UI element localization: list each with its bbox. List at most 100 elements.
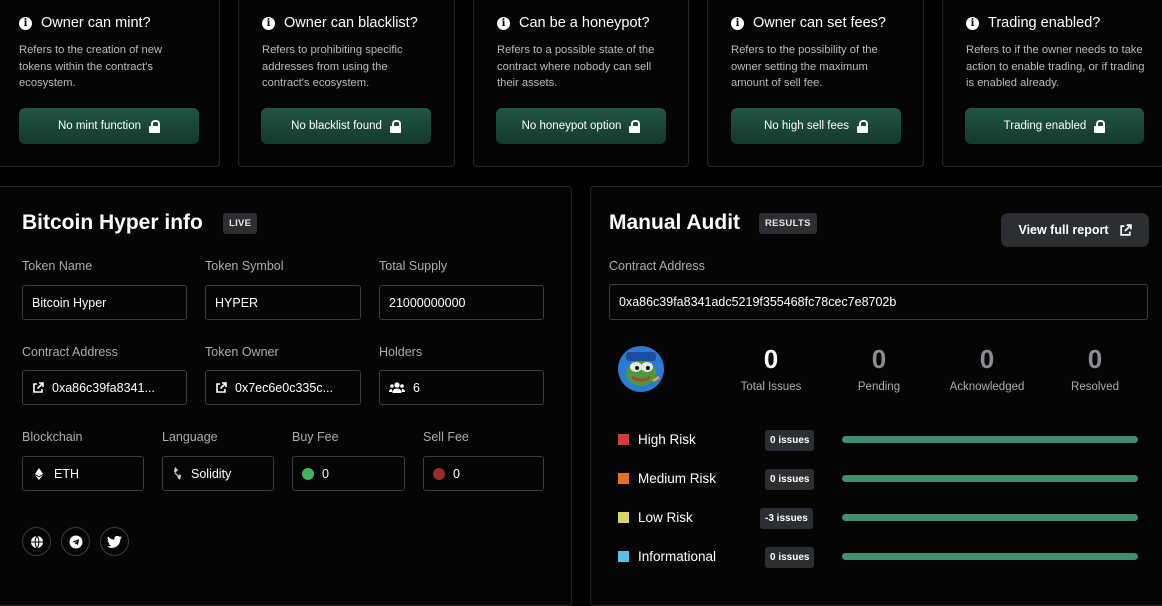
token-name-field: Bitcoin Hyper bbox=[22, 285, 187, 320]
token-name-value: Bitcoin Hyper bbox=[32, 295, 107, 310]
ethereum-icon bbox=[35, 467, 43, 480]
total-supply-value: 21000000000 bbox=[389, 295, 466, 310]
card-title: i Owner can blacklist? bbox=[262, 15, 418, 31]
informational-swatch bbox=[618, 551, 629, 562]
total-supply-label: Total Supply bbox=[379, 259, 448, 273]
info-icon: i bbox=[966, 16, 979, 30]
sell-fee-field: 0 bbox=[423, 456, 544, 491]
external-link-icon bbox=[216, 381, 227, 393]
language-value: Solidity bbox=[191, 466, 232, 481]
check-card-fees: i Owner can set fees? Refers to the possi… bbox=[707, 0, 924, 167]
lock-icon bbox=[857, 119, 869, 133]
external-link-icon bbox=[33, 381, 44, 393]
resolved-count: 0 bbox=[1087, 344, 1103, 374]
total-issues-count: 0 bbox=[763, 344, 779, 374]
view-report-label: View full report bbox=[1018, 223, 1109, 237]
green-status-dot bbox=[302, 467, 314, 480]
token-name-label: Token Name bbox=[22, 259, 93, 273]
low-risk-bar bbox=[842, 514, 1138, 521]
contract-address-label: Contract Address bbox=[22, 345, 118, 359]
card-title: i Trading enabled? bbox=[966, 15, 1100, 31]
buy-fee-label: Buy Fee bbox=[292, 430, 339, 444]
website-link[interactable] bbox=[22, 527, 51, 556]
users-icon bbox=[389, 381, 405, 393]
card-title-text: Owner can blacklist? bbox=[284, 15, 418, 31]
audit-contract-field: 0xa86c39fa8341adc5219f355468fc78cec7e870… bbox=[609, 284, 1148, 320]
sell-fee-value: 0 bbox=[453, 466, 460, 481]
card-title: i Can be a honeypot? bbox=[497, 15, 650, 31]
button-label: No high sell fees bbox=[763, 120, 850, 132]
low-risk-issues-badge: -3 issues bbox=[760, 508, 813, 529]
token-owner-link[interactable]: 0x7ec6e0c335c... bbox=[205, 370, 361, 405]
low-risk-label: Low Risk bbox=[638, 510, 693, 525]
info-icon: i bbox=[731, 16, 744, 30]
check-card-honeypot: i Can be a honeypot? Refers to a possible… bbox=[473, 0, 689, 167]
telegram-link[interactable] bbox=[61, 527, 90, 556]
medium-risk-bar bbox=[842, 475, 1138, 482]
card-description: Refers to prohibiting specific addresses… bbox=[262, 44, 403, 89]
trading-enabled-button[interactable]: Trading enabled bbox=[965, 108, 1144, 144]
card-description: Refers to if the owner needs to take act… bbox=[966, 44, 1145, 89]
contract-address-link[interactable]: 0xa86c39fa8341... bbox=[22, 370, 187, 405]
check-card-blacklist: i Owner can blacklist? Refers to prohibit… bbox=[238, 0, 455, 167]
twitter-icon bbox=[107, 535, 122, 548]
manual-audit-panel bbox=[590, 186, 1162, 606]
token-symbol-field: HYPER bbox=[205, 285, 361, 320]
pepe-avatar-icon bbox=[626, 352, 660, 386]
token-avatar bbox=[618, 346, 664, 392]
results-badge: RESULTS bbox=[759, 213, 817, 234]
informational-bar bbox=[842, 553, 1138, 560]
live-badge: LIVE bbox=[223, 213, 258, 234]
no-blacklist-button[interactable]: No blacklist found bbox=[261, 108, 431, 144]
view-full-report-button[interactable]: View full report bbox=[1001, 213, 1149, 247]
informational-label: Informational bbox=[638, 549, 717, 564]
medium-risk-issues-badge: 0 issues bbox=[765, 469, 815, 490]
card-description: Refers to the creation of new tokens wit… bbox=[19, 44, 163, 89]
blockchain-value: ETH bbox=[54, 466, 79, 481]
button-label: Trading enabled bbox=[1003, 120, 1087, 132]
card-title: i Owner can set fees? bbox=[731, 15, 886, 31]
button-label: No blacklist found bbox=[291, 120, 382, 132]
token-owner-label: Token Owner bbox=[205, 345, 279, 359]
no-mint-button[interactable]: No mint function bbox=[19, 108, 199, 144]
info-icon: i bbox=[19, 16, 32, 30]
language-field: Solidity bbox=[162, 456, 274, 491]
language-label: Language bbox=[162, 430, 218, 444]
audit-contract-value: 0xa86c39fa8341adc5219f355468fc78cec7e870… bbox=[619, 295, 897, 309]
button-label: No honeypot option bbox=[521, 120, 622, 132]
blockchain-label: Blockchain bbox=[22, 430, 83, 444]
audit-contract-label: Contract Address bbox=[609, 259, 705, 273]
token-symbol-label: Token Symbol bbox=[205, 259, 284, 273]
external-link-icon bbox=[1119, 223, 1132, 236]
check-card-mint: i Owner can mint? Refers to the creation … bbox=[0, 0, 220, 167]
sell-fee-label: Sell Fee bbox=[423, 430, 469, 444]
pending-label: Pending bbox=[857, 381, 901, 393]
token-symbol-value: HYPER bbox=[215, 295, 259, 310]
lock-icon bbox=[389, 119, 401, 133]
lock-icon bbox=[1094, 119, 1106, 133]
holders-field: 6 bbox=[379, 370, 544, 405]
high-risk-issues-badge: 0 issues bbox=[765, 430, 815, 451]
twitter-link[interactable] bbox=[100, 527, 129, 556]
high-risk-swatch bbox=[618, 434, 629, 445]
buy-fee-value: 0 bbox=[322, 466, 329, 481]
medium-risk-label: Medium Risk bbox=[638, 471, 717, 486]
high-risk-bar bbox=[842, 436, 1138, 443]
card-title-text: Owner can mint? bbox=[41, 15, 151, 31]
globe-icon bbox=[30, 535, 43, 548]
high-risk-label: High Risk bbox=[638, 432, 696, 447]
resolved-label: Resolved bbox=[1071, 381, 1119, 393]
no-honeypot-button[interactable]: No honeypot option bbox=[496, 108, 666, 144]
card-title-text: Owner can set fees? bbox=[753, 15, 886, 31]
holders-value: 6 bbox=[413, 380, 420, 395]
manual-audit-title: Manual Audit bbox=[609, 211, 741, 234]
low-risk-swatch bbox=[618, 512, 629, 523]
contract-address-value: 0xa86c39fa8341... bbox=[52, 380, 155, 395]
token-info-title: Bitcoin Hyper info bbox=[22, 211, 203, 234]
informational-issues-badge: 0 issues bbox=[765, 547, 815, 568]
token-owner-value: 0x7ec6e0c335c... bbox=[235, 380, 333, 395]
card-title-text: Can be a honeypot? bbox=[519, 15, 650, 31]
buy-fee-field: 0 bbox=[292, 456, 405, 491]
pending-count: 0 bbox=[871, 344, 887, 374]
no-high-fees-button[interactable]: No high sell fees bbox=[731, 108, 901, 144]
